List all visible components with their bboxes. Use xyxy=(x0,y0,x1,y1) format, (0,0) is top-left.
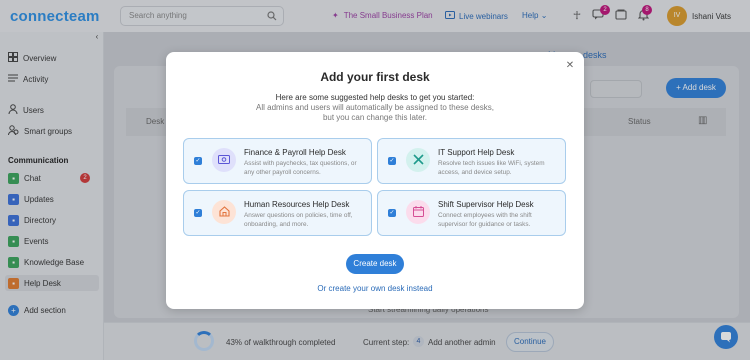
modal-description-line-2: but you can change this later. xyxy=(322,113,428,122)
modal-description-line-1: All admins and users will automatically … xyxy=(256,103,494,112)
modal-title: Add your first desk xyxy=(320,70,430,84)
option-description: Resolve tech issues like WiFi, system ac… xyxy=(438,160,545,176)
add-desk-modal: ✕ Add your first desk Here are some sugg… xyxy=(166,52,584,309)
option-description: Connect employees with the shift supervi… xyxy=(438,212,532,228)
calendar-icon xyxy=(406,200,430,224)
option-title: Human Resources Help Desk xyxy=(244,200,350,209)
option-description: Assist with paychecks, tax questions, or… xyxy=(244,160,357,176)
payroll-icon xyxy=(212,148,236,172)
desk-option-human-resources[interactable]: ✓ Human Resources Help Desk Answer quest… xyxy=(183,190,372,236)
checkbox-checked[interactable]: ✓ xyxy=(388,157,396,165)
option-title: IT Support Help Desk xyxy=(438,148,515,157)
option-title: Finance & Payroll Help Desk xyxy=(244,148,346,157)
desk-option-shift-supervisor[interactable]: ✓ Shift Supervisor Help Desk Connect emp… xyxy=(377,190,566,236)
create-own-desk-link[interactable]: Or create your own desk instead xyxy=(166,284,584,293)
home-icon xyxy=(212,200,236,224)
tools-icon xyxy=(406,148,430,172)
desk-option-finance[interactable]: ✓ Finance & Payroll Help Desk Assist wit… xyxy=(183,138,372,184)
desk-option-it-support[interactable]: ✓ IT Support Help Desk Resolve tech issu… xyxy=(377,138,566,184)
checkbox-checked[interactable]: ✓ xyxy=(388,209,396,217)
modal-subtitle: Here are some suggested help desks to ge… xyxy=(275,93,475,102)
checkbox-checked[interactable]: ✓ xyxy=(194,209,202,217)
option-description: Answer questions on policies, time off, … xyxy=(244,212,353,228)
option-title: Shift Supervisor Help Desk xyxy=(438,200,534,209)
checkbox-checked[interactable]: ✓ xyxy=(194,157,202,165)
create-desk-button[interactable]: Create desk xyxy=(346,254,404,274)
